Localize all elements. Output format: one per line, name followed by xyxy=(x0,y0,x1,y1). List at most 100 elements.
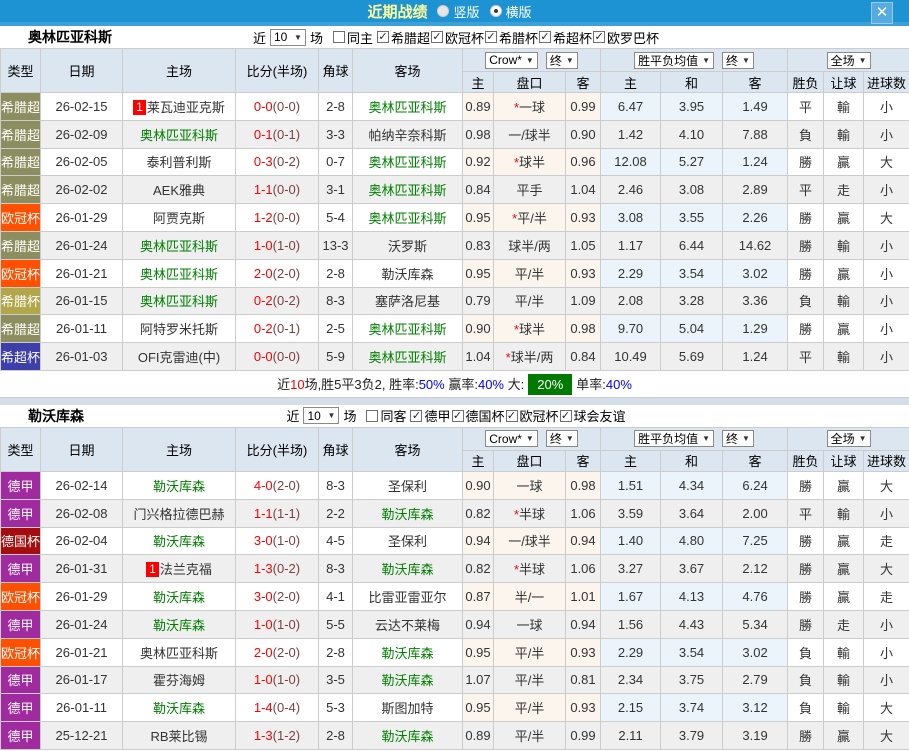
league-checkbox[interactable]: ✓ 希超杯 xyxy=(539,28,592,47)
radio-checked-icon[interactable] xyxy=(489,5,502,17)
avg-draw: 4.43 xyxy=(660,609,724,639)
odds-final-select[interactable]: 终 ▼ xyxy=(545,430,578,448)
handicap: *半球 xyxy=(493,498,566,528)
away-team: 斯图加特 xyxy=(352,693,463,723)
corners: 5-9 xyxy=(318,342,353,371)
col-avg-away: 客 xyxy=(722,449,789,472)
handicap: 平/半 xyxy=(493,286,566,316)
col-type: 类型 xyxy=(0,48,41,93)
odds-company-select[interactable]: Crow* ▼ xyxy=(485,51,538,69)
type-badge: 欧冠杯 xyxy=(0,203,41,232)
fulltime-select[interactable]: 全场 ▼ xyxy=(826,51,871,69)
col-date: 日期 xyxy=(40,48,123,93)
radio-vertical-layout[interactable]: 竖版 xyxy=(437,2,480,21)
handicap: 平/半 xyxy=(493,693,566,723)
match-date: 26-01-24 xyxy=(40,609,123,639)
score: 2-0(2-0) xyxy=(235,258,319,288)
checkbox-checked-icon: ✓ xyxy=(410,409,423,422)
score: 1-0(1-0) xyxy=(235,230,319,260)
odds-home: 0.95 xyxy=(462,693,494,723)
corners: 13-3 xyxy=(318,230,353,260)
away-team: 奥林匹亚科斯 xyxy=(352,147,463,177)
match-row: 希腊超 26-01-24 奥林匹亚科斯 1-0(1-0) 13-3 沃罗斯 0.83 球半/两… xyxy=(0,230,909,260)
away-team: 云达不莱梅 xyxy=(352,609,463,639)
league-checkbox[interactable]: ✓ 欧冠杯 xyxy=(431,28,484,47)
score: 0-2(0-2) xyxy=(235,286,319,316)
summary-text: 赢率: xyxy=(444,376,478,392)
close-icon[interactable]: ✕ xyxy=(871,2,893,24)
away-team: 圣保利 xyxy=(352,470,463,500)
avg-odds-select[interactable]: 胜平负均值 ▼ xyxy=(634,430,715,448)
odds-away: 1.01 xyxy=(564,582,602,611)
score: 1-3(1-2) xyxy=(235,721,319,750)
league-checkbox[interactable]: ✓ 希腊杯 xyxy=(485,28,538,47)
avg-final-select[interactable]: 终 ▼ xyxy=(722,430,754,448)
avg-odds-select[interactable]: 胜平负均值 ▼ xyxy=(634,51,715,69)
result-goals: 小 xyxy=(863,665,909,695)
odds-home: 0.82 xyxy=(462,554,494,584)
radio-icon[interactable] xyxy=(437,5,450,17)
odds-group-header: Crow* ▼ 终 ▼ xyxy=(461,426,602,451)
result-handicap: 輸 xyxy=(823,637,865,667)
match-count-value: 10 xyxy=(273,30,288,44)
match-count-select[interactable]: 10 ▼ xyxy=(269,28,306,46)
type-badge: 德甲 xyxy=(0,721,41,750)
result-wdl: 勝 xyxy=(787,554,825,584)
avg-away: 2.89 xyxy=(722,175,789,205)
result-wdl: 負 xyxy=(787,665,825,695)
result-wdl: 勝 xyxy=(787,203,825,232)
avg-home: 1.67 xyxy=(600,582,662,611)
league-checkbox-label: 球会友谊 xyxy=(573,409,626,425)
summary-text: 场,胜5平3负2, 胜率: xyxy=(304,376,419,392)
fulltime-select[interactable]: 全场 ▼ xyxy=(826,430,871,448)
result-goals: 大 xyxy=(863,554,909,584)
home-team: 奥林匹亚科斯 xyxy=(122,258,236,288)
league-checkbox[interactable]: ✓ 希腊超 xyxy=(376,28,430,47)
rank-badge: 1 xyxy=(146,562,159,578)
summary-text: 大: xyxy=(504,376,525,392)
league-checkbox[interactable]: ✓ 欧冠杯 xyxy=(505,406,559,425)
league-checkbox[interactable]: ✓ 德国杯 xyxy=(451,406,505,425)
odds-company-select[interactable]: Crow* ▼ xyxy=(485,430,538,448)
result-handicap: 輸 xyxy=(823,498,865,528)
type-badge: 德甲 xyxy=(0,498,41,528)
league-checkbox[interactable]: ✓ 球会友谊 xyxy=(559,406,626,425)
avg-draw: 5.69 xyxy=(660,342,724,371)
radio-horizontal-layout[interactable]: 横版 xyxy=(489,2,532,21)
score: 1-1(1-1) xyxy=(235,498,319,528)
score: 1-4(0-4) xyxy=(235,693,319,723)
result-handicap: 贏 xyxy=(823,258,865,288)
score: 3-0(1-0) xyxy=(235,526,319,556)
match-date: 26-01-03 xyxy=(40,342,123,371)
result-wdl: 勝 xyxy=(787,609,825,639)
avg-home: 2.29 xyxy=(600,637,662,667)
league-checkbox-label: 欧冠杯 xyxy=(445,30,485,46)
result-goals: 大 xyxy=(863,147,909,177)
odds-away: 1.06 xyxy=(564,554,602,584)
odds-home: 0.90 xyxy=(462,314,494,344)
league-checkbox[interactable]: ✓ 德甲 xyxy=(410,406,451,425)
type-badge: 希超杯 xyxy=(0,342,41,371)
avg-home: 12.08 xyxy=(600,147,662,177)
result-goals: 小 xyxy=(863,286,909,316)
avg-final-select[interactable]: 终 ▼ xyxy=(722,51,754,69)
match-date: 26-02-15 xyxy=(40,92,123,121)
avg-home: 1.17 xyxy=(600,230,662,260)
match-count-select[interactable]: 10 ▼ xyxy=(303,407,340,425)
league-checkbox[interactable]: ✓ 欧罗巴杯 xyxy=(593,28,659,47)
match-row: 德甲 26-01-31 1 法兰克福 1-3(0-2) 8-3 勒沃库森 0.82 *半球 1.0… xyxy=(0,554,909,584)
chevron-down-icon: ▼ xyxy=(327,411,336,421)
summary-text: 10 xyxy=(290,376,305,392)
match-date: 26-01-15 xyxy=(40,286,123,316)
result-handicap: 贏 xyxy=(823,721,865,750)
avg-away: 3.02 xyxy=(722,258,789,288)
chevron-down-icon: ▼ xyxy=(294,32,302,42)
same-venue-checkbox[interactable]: 同主 xyxy=(332,28,373,47)
checkbox-checked-icon: ✓ xyxy=(376,31,389,43)
odds-final-select[interactable]: 终 ▼ xyxy=(545,51,578,69)
result-wdl: 勝 xyxy=(787,470,825,500)
sections-root: 奥林匹亚科斯 近 10 ▼ 场 同主 ✓ 希腊超 ✓ 欧冠杯 ✓ 希腊杯 ✓ 希超杯 ✓ 欧罗巴杯 xyxy=(0,26,909,750)
avg-draw: 3.67 xyxy=(660,554,724,584)
radio-horizontal-label: 横版 xyxy=(505,4,532,20)
same-venue-checkbox[interactable]: 同客 xyxy=(366,406,406,425)
